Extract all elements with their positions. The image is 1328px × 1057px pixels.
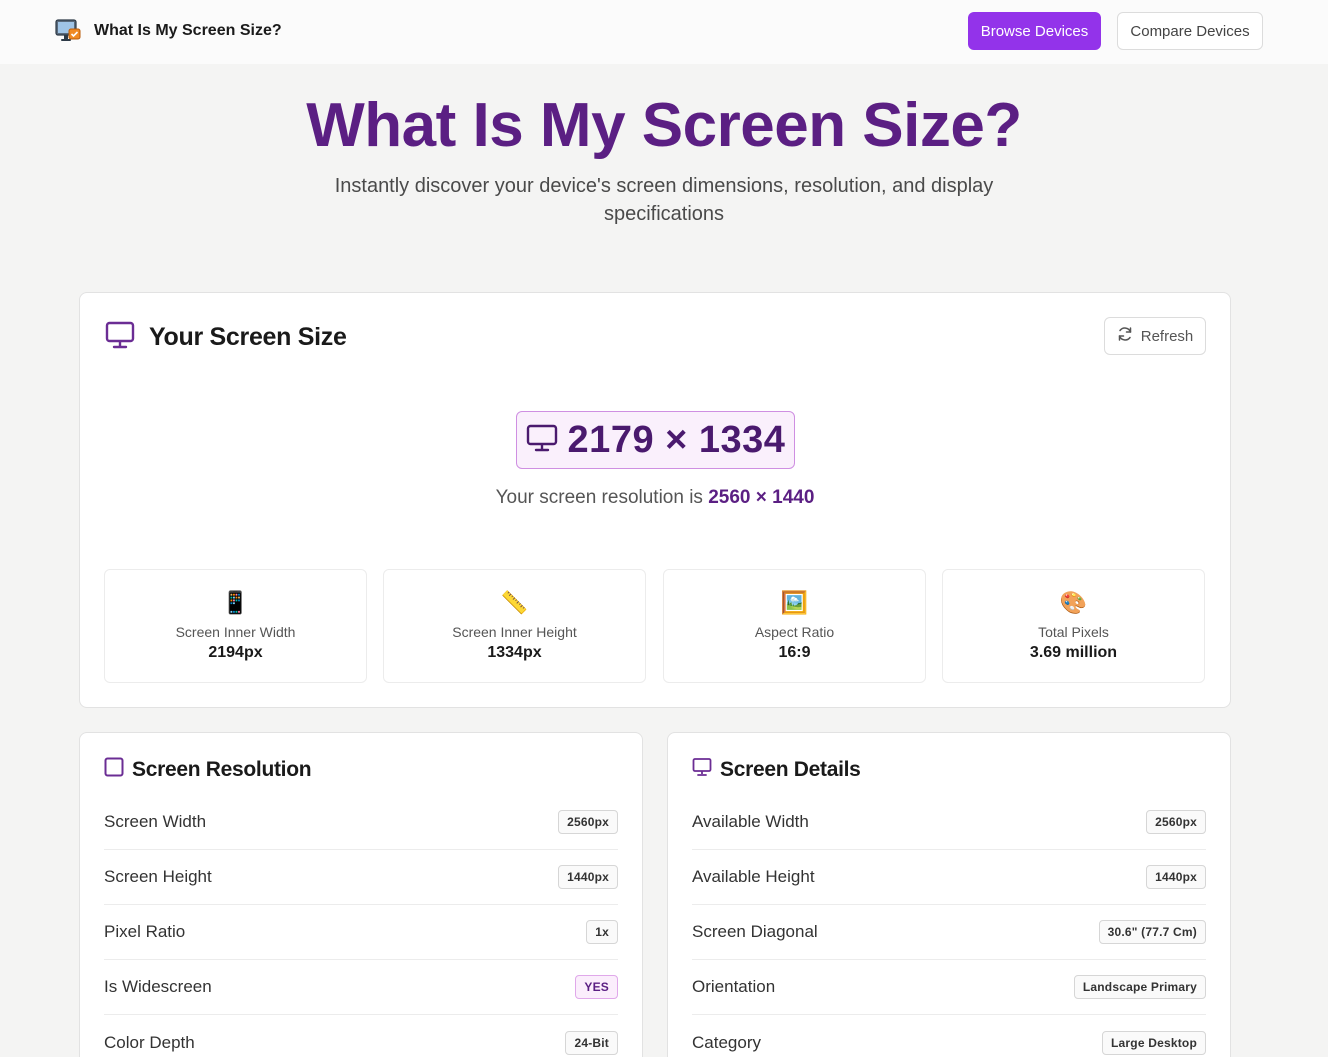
- refresh-icon: [1117, 326, 1133, 346]
- screen-resolution-header: Screen Resolution: [104, 757, 311, 782]
- list-item: Category Large Desktop: [692, 1015, 1206, 1057]
- ruler-icon: 📏: [384, 590, 645, 616]
- list-item: Screen Width 2560px: [104, 795, 618, 850]
- page-subtitle: Instantly discover your device's screen …: [290, 172, 1038, 228]
- row-label: Color Depth: [104, 1033, 195, 1053]
- resolution-value: 2560 × 1440: [708, 487, 814, 508]
- row-label: Is Widescreen: [104, 977, 212, 997]
- monitor-icon: [692, 757, 712, 782]
- browse-devices-button[interactable]: Browse Devices: [968, 12, 1101, 50]
- stat-label: Screen Inner Height: [384, 624, 645, 640]
- screen-size-card: Your Screen Size Refresh 2179 × 1334 You…: [79, 292, 1231, 708]
- value-badge: 24-Bit: [565, 1031, 618, 1055]
- list-item: Screen Height 1440px: [104, 850, 618, 905]
- stat-card-aspect-ratio: 🖼️ Aspect Ratio 16:9: [663, 569, 926, 683]
- brand[interactable]: What Is My Screen Size?: [54, 17, 282, 45]
- value-badge: 2560px: [1146, 810, 1206, 834]
- screen-details-card: Screen Details Available Width 2560px Av…: [667, 732, 1231, 1057]
- stat-value: 2194px: [105, 644, 366, 662]
- value-badge: Large Desktop: [1102, 1031, 1206, 1055]
- screen-resolution-title: Screen Resolution: [132, 758, 311, 782]
- list-item: Available Width 2560px: [692, 795, 1206, 850]
- stat-card-inner-width: 📱 Screen Inner Width 2194px: [104, 569, 367, 683]
- monitor-logo-icon: [54, 17, 82, 45]
- stat-card-total-pixels: 🎨 Total Pixels 3.69 million: [942, 569, 1205, 683]
- row-label: Screen Diagonal: [692, 922, 818, 942]
- refresh-label: Refresh: [1141, 328, 1194, 345]
- row-label: Screen Height: [104, 867, 212, 887]
- screen-details-title: Screen Details: [720, 758, 861, 782]
- value-badge: 1440px: [1146, 865, 1206, 889]
- row-label: Available Width: [692, 812, 809, 832]
- mobile-phone-icon: 📱: [105, 590, 366, 616]
- list-item: Orientation Landscape Primary: [692, 960, 1206, 1015]
- list-item: Available Height 1440px: [692, 850, 1206, 905]
- site-name: What Is My Screen Size?: [94, 22, 282, 40]
- top-navigation-bar: What Is My Screen Size? Browse Devices C…: [0, 0, 1328, 64]
- screen-resolution-card: Screen Resolution Screen Width 2560px Sc…: [79, 732, 643, 1057]
- compare-devices-button[interactable]: Compare Devices: [1117, 12, 1263, 50]
- refresh-button[interactable]: Refresh: [1104, 317, 1206, 355]
- screen-details-header: Screen Details: [692, 757, 861, 782]
- monitor-icon: [105, 321, 135, 354]
- row-label: Pixel Ratio: [104, 922, 185, 942]
- stat-card-inner-height: 📏 Screen Inner Height 1334px: [383, 569, 646, 683]
- list-item: Pixel Ratio 1x: [104, 905, 618, 960]
- value-badge: 30.6" (77.7 Cm): [1099, 920, 1206, 944]
- stat-value: 16:9: [664, 644, 925, 662]
- viewport-size-pill: 2179 × 1334: [516, 411, 795, 469]
- resolution-prefix: Your screen resolution is: [496, 487, 703, 508]
- stat-value: 3.69 million: [943, 644, 1204, 662]
- list-item: Screen Diagonal 30.6" (77.7 Cm): [692, 905, 1206, 960]
- status-badge: YES: [575, 975, 618, 999]
- stat-label: Total Pixels: [943, 624, 1204, 640]
- value-badge: 1x: [586, 920, 618, 944]
- page-title: What Is My Screen Size?: [0, 90, 1328, 161]
- row-label: Category: [692, 1033, 761, 1053]
- row-label: Orientation: [692, 977, 775, 997]
- stat-label: Screen Inner Width: [105, 624, 366, 640]
- stat-label: Aspect Ratio: [664, 624, 925, 640]
- stat-value: 1334px: [384, 644, 645, 662]
- row-label: Available Height: [692, 867, 815, 887]
- palette-icon: 🎨: [943, 590, 1204, 616]
- list-item: Is Widescreen YES: [104, 960, 618, 1015]
- monitor-icon: [526, 423, 558, 458]
- screen-size-header: Your Screen Size: [105, 321, 347, 354]
- list-item: Color Depth 24-Bit: [104, 1015, 618, 1057]
- screen-size-title: Your Screen Size: [149, 323, 347, 352]
- framed-picture-icon: 🖼️: [664, 590, 925, 616]
- value-badge: Landscape Primary: [1074, 975, 1206, 999]
- square-icon: [104, 757, 124, 782]
- viewport-size-value: 2179 × 1334: [568, 419, 786, 462]
- value-badge: 2560px: [558, 810, 618, 834]
- row-label: Screen Width: [104, 812, 206, 832]
- resolution-summary: Your screen resolution is 2560 × 1440: [80, 487, 1230, 509]
- value-badge: 1440px: [558, 865, 618, 889]
